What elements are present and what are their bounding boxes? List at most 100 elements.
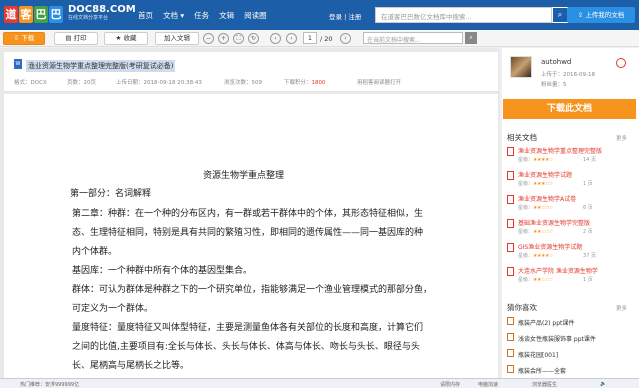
status-item[interactable]: 浏览器医生 xyxy=(532,381,557,388)
search-icon[interactable]: ⌕ xyxy=(552,7,568,23)
related-more-link[interactable]: 更多 xyxy=(616,134,627,142)
related-doc-pages: 37 页 xyxy=(583,253,596,259)
related-doc-title[interactable]: 渔业资源生物学A试卷 xyxy=(518,194,576,203)
doc-icon xyxy=(507,349,514,357)
content-line: 第二章：种群：在一个种的分布区内，有一群或若干群体中的个体，其形态特征相似，生 xyxy=(72,209,424,219)
nav-collections[interactable]: 文辑 xyxy=(219,10,234,21)
rating-label: 星级： xyxy=(518,253,534,259)
print-button[interactable]: ▤ 打印 xyxy=(54,32,98,45)
right-sidebar xyxy=(502,48,639,378)
pdf-doc-icon xyxy=(507,147,514,156)
content-line: 之间的比值,主要项目有:全长与体长、头长与体长、体高与体长、吻长与头长、眼径与头 xyxy=(72,342,420,352)
like-item[interactable]: 瓶装花园[001] xyxy=(518,350,558,359)
like-item[interactable]: 瓶装产品(2) ppt课件 xyxy=(518,318,574,327)
register-link[interactable]: 注册 xyxy=(348,13,361,21)
prev-end-icon[interactable]: ‹ xyxy=(340,33,351,44)
print-label: 打印 xyxy=(73,34,87,42)
status-item[interactable]: 请限内存 xyxy=(440,381,460,388)
doc-reads: 浏览次数：509 xyxy=(224,80,262,86)
doc-search-input[interactable]: 在当前文档中搜索... xyxy=(363,32,463,44)
uploader-name[interactable]: autohwd xyxy=(541,58,571,66)
follow-icon[interactable] xyxy=(616,58,626,68)
printer-icon: ▤ xyxy=(65,34,74,42)
uploader-date: 上传于：2018-09-18 xyxy=(541,72,595,78)
related-doc-rating: 星级：★★★★☆ xyxy=(518,156,553,163)
related-doc-pages: 14 页 xyxy=(583,157,596,163)
content-heading: 资源生物学重点整理 xyxy=(203,171,285,181)
content-line: 量度特征：量度特征又叫体型特征，主要是测量鱼体各有关部位的长度和高度，计算它们 xyxy=(72,323,424,333)
pdf-doc-icon xyxy=(507,195,514,204)
nav-tasks[interactable]: 任务 xyxy=(194,10,209,21)
site-logo[interactable]: 道客巴巴 DOC88.COM 在线文档分享平台 xyxy=(4,5,136,23)
related-doc-rating: 星级：★★☆☆☆ xyxy=(518,276,553,283)
related-doc-title[interactable]: 基础渔业资源生物学完整版 xyxy=(518,218,590,227)
star-rating: ★★☆☆☆ xyxy=(533,277,553,283)
pdf-doc-icon xyxy=(507,171,514,180)
doc-icon xyxy=(507,333,514,341)
pdf-doc-icon xyxy=(507,267,514,276)
pdf-doc-icon xyxy=(507,243,514,252)
status-item[interactable]: 电脑加速 xyxy=(478,381,498,388)
upload-button[interactable]: ⇪ 上传我的文档 xyxy=(567,7,635,23)
rotate-icon[interactable]: ↻ xyxy=(248,33,259,44)
like-item[interactable]: 瓶装会所——全套 xyxy=(518,366,566,375)
download-button[interactable]: ⇩ 下载 xyxy=(3,32,45,45)
like-item[interactable]: 浅谈女性瓶装服饰事 ppt课件 xyxy=(518,334,596,343)
hot-recommend[interactable]: 热门推荐：安浮999999亿 xyxy=(20,381,79,388)
brand-tagline: 在线文档分享平台 xyxy=(68,15,109,21)
related-doc-title[interactable]: GIS渔业资源生物学试题 xyxy=(518,242,582,251)
rating-label: 星级： xyxy=(518,157,534,163)
site-search-input[interactable]: 在道客巴巴数亿文档库中搜索... xyxy=(375,7,552,23)
main-nav: 首页 文档 ▾ 任务 文辑 阅读圈 xyxy=(138,10,267,21)
next-page-icon[interactable]: › xyxy=(286,33,297,44)
rating-label: 星级： xyxy=(518,229,534,235)
nav-docs[interactable]: 文档 ▾ xyxy=(163,10,184,21)
nav-home[interactable]: 首页 xyxy=(138,10,153,21)
download-doc-button[interactable]: 下载此文档 xyxy=(503,99,636,119)
related-doc-rating: 星级：★★☆☆☆ xyxy=(518,204,553,211)
auth-separator: | xyxy=(344,13,347,21)
uploader-fans: 粉丝量：5 xyxy=(541,82,567,88)
open-in-reader-link[interactable]: 用稻客阅读器打开 xyxy=(357,78,401,86)
rating-label: 星级： xyxy=(518,205,534,211)
doc-icon xyxy=(507,365,514,373)
rating-label: 星级： xyxy=(518,277,534,283)
fullscreen-icon[interactable]: ⛶ xyxy=(233,33,244,44)
doc-points: 下载积分：1800 xyxy=(284,78,326,86)
favorite-button[interactable]: ★ 收藏 xyxy=(104,32,148,45)
login-link[interactable]: 登录 xyxy=(329,13,342,21)
auth-links: 登录 | 注册 xyxy=(329,11,361,21)
top-nav: 道客巴巴 DOC88.COM 在线文档分享平台 首页 文档 ▾ 任务 文辑 阅读… xyxy=(0,0,639,30)
likes-more-link[interactable]: 更多 xyxy=(616,304,627,312)
doc-icon xyxy=(507,317,514,325)
logo-block: 巴 xyxy=(49,5,63,23)
doc-format: 格式：DOCX xyxy=(14,80,47,86)
add-to-collection-button[interactable]: 加入文辑 xyxy=(155,32,199,45)
zoom-in-icon[interactable]: + xyxy=(218,33,229,44)
volume-icon[interactable]: 🔈 xyxy=(600,381,606,387)
related-doc-title[interactable]: 渔业资源生物学重点整理完整版 xyxy=(518,146,602,155)
page-total: / 20 xyxy=(320,35,333,43)
status-bar: 热门推荐：安浮999999亿 请限内存 电脑加速 浏览器医生 🔈 xyxy=(0,378,639,388)
prev-page-icon[interactable]: ‹ xyxy=(270,33,281,44)
page-number-input[interactable]: 1 xyxy=(303,32,317,44)
related-docs-title: 相关文档 xyxy=(507,133,537,142)
logo-text: DOC88.COM 在线文档分享平台 xyxy=(68,5,136,23)
logo-block: 道 xyxy=(4,5,18,23)
related-doc-title[interactable]: 渔业资源生物学试题 xyxy=(518,170,572,179)
logo-block: 巴 xyxy=(34,5,48,23)
related-doc-pages: 6 页 xyxy=(583,205,593,211)
docx-icon: W xyxy=(14,59,22,69)
doc-header xyxy=(4,52,498,92)
content-line: 基因库：一个种群中所有个体的基因型集合。 xyxy=(72,266,253,276)
nav-reading-circle[interactable]: 阅读圈 xyxy=(244,10,267,21)
brand-name: DOC88.COM xyxy=(68,4,136,15)
related-doc-title[interactable]: 大连水产学院 渔业资源生物学 xyxy=(518,266,598,275)
points-label: 下载积分： xyxy=(284,80,312,86)
doc-search-icon[interactable]: ⌕ xyxy=(465,32,477,44)
zoom-out-icon[interactable]: − xyxy=(203,33,214,44)
avatar[interactable] xyxy=(510,56,532,78)
content-line: 可定义为一个群体。 xyxy=(72,304,154,314)
star-rating: ★★★☆☆ xyxy=(533,181,553,187)
points-value: 1800 xyxy=(311,80,326,86)
